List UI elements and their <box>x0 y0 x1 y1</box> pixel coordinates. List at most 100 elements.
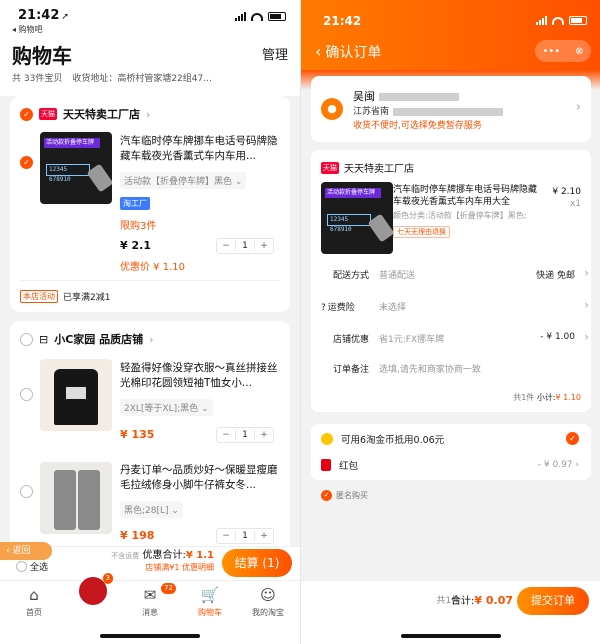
coin-icon <box>321 433 333 445</box>
address-card[interactable]: ● 吴闽 江苏省南 收货不便时,可选择免费暂存服务 › <box>311 76 591 142</box>
cart-summary: 共 33件宝贝 收货地址：高桥村管家塘22组47... <box>12 71 272 84</box>
select-all[interactable]: 全选 <box>16 560 48 573</box>
shipping-note: 不含运费 <box>111 552 140 560</box>
checkout-button[interactable]: 结算 (1) <box>222 549 292 577</box>
product-spec[interactable]: 黑色;28[L] ⌄ <box>120 501 183 518</box>
red-packet-value: - ¥ 0.97 › <box>537 460 579 470</box>
decrement-button[interactable]: − <box>217 531 235 541</box>
tab-my-taobao[interactable]: ☺ 我的淘宝 <box>240 585 296 618</box>
cart-header: 21:42 ➚ ◂ 购物吧 购物车 管理 共 33件宝贝 收货地址：高桥村管家塘22… <box>0 0 300 96</box>
coin-row[interactable]: 可用6淘金币抵用0.06元 <box>321 432 444 446</box>
product-title[interactable]: 丹麦订单～品质炒好～保暖显瘦磨毛拉绒修身小脚牛仔裤女冬... <box>120 463 280 493</box>
product-image[interactable] <box>40 462 112 534</box>
product-price: ¥ 2.1 <box>120 239 151 252</box>
redacted-address <box>393 107 504 116</box>
product-image[interactable] <box>40 359 112 431</box>
page-title[interactable]: ‹ 确认订单 <box>315 42 381 62</box>
quantity-stepper[interactable]: −1 + <box>216 427 274 443</box>
item-checkbox-unchecked[interactable] <box>20 388 33 401</box>
tab-messages[interactable]: ✉ 消息 72 <box>122 583 178 618</box>
product-title: 汽车临时停车牌挪车电话号码牌隐藏车载夜光香薰式车内车用大全 <box>393 185 538 207</box>
redacted-phone <box>379 93 459 101</box>
coin-checkbox-checked[interactable]: ✓ <box>566 432 579 445</box>
select-all-checkbox[interactable] <box>16 561 27 572</box>
shop-header-1[interactable]: ✓ 天猫 天天特卖工厂店 › <box>20 106 150 122</box>
product-image[interactable]: 活动款折叠停车牌 12345 678910 <box>40 132 112 204</box>
message-icon: ✉ <box>143 586 157 604</box>
shop-checkbox-unchecked[interactable] <box>20 332 33 346</box>
shipping-address[interactable]: 收货地址：高桥村管家塘22组47... <box>72 74 212 84</box>
battery-icon <box>569 16 587 25</box>
chevron-down-icon: ⌄ <box>201 404 209 414</box>
store-icon: ⊟ <box>39 332 49 346</box>
anonymous-checkbox-checked[interactable]: ✓ <box>321 490 332 501</box>
promo-detail-link[interactable]: 优惠明细 <box>182 563 214 572</box>
back-float-button[interactable]: ‹ 返回 <box>0 542 52 560</box>
back-arrow-icon[interactable]: ‹ <box>315 42 321 61</box>
shop-name: 小C家园 品质店铺 <box>54 333 144 346</box>
image-plate: 12345 678910 <box>46 164 90 183</box>
increment-button[interactable]: + <box>255 430 273 440</box>
close-icon[interactable]: ⊗ <box>575 46 583 57</box>
manage-button[interactable]: 管理 <box>262 44 288 63</box>
tab-bar: ⌂ 首页 3 ✉ 消息 72 🛒 购物车 ☺ 我的淘宝 <box>0 573 300 644</box>
cart-icon: 🛒 <box>200 586 220 604</box>
shop-checkbox-checked[interactable]: ✓ <box>20 107 33 121</box>
quantity-value[interactable]: 1 <box>235 241 255 251</box>
chevron-right-icon: › <box>146 107 151 121</box>
confirm-order-screen: 21:42 ‹ 确认订单 ••• ⊗ ● 吴闽 江苏省南 收货不便时,可选择免费暂… <box>300 0 600 644</box>
page-title: 购物车 <box>12 44 72 68</box>
shop-card-2: ⊟ 小C家园 品质店铺 › 轻盈得好像没穿衣服～真丝拼接丝光棉印花圆领短袖T恤女… <box>10 321 290 561</box>
tab-cart[interactable]: 🛒 购物车 <box>182 585 238 618</box>
shop-header: 天猫 天天特卖工厂店 <box>321 160 414 175</box>
product-price: ¥ 198 <box>120 529 155 542</box>
back-to-app-link[interactable]: ◂ 购物吧 <box>12 24 43 35</box>
quantity-stepper[interactable]: −1 + <box>216 238 274 254</box>
quantity-stepper[interactable]: −1 + <box>216 528 274 544</box>
red-packet-row[interactable]: 红包 <box>321 458 358 472</box>
red-packet-icon <box>321 459 331 471</box>
shop-header-2[interactable]: ⊟ 小C家园 品质店铺 › <box>20 331 154 347</box>
image-banner: 活动款折叠停车牌 <box>325 188 381 198</box>
increment-button[interactable]: + <box>255 531 273 541</box>
tab-home[interactable]: ⌂ 首页 <box>6 585 62 618</box>
product-spec[interactable]: 2XL[等于XL];黑色 ⌄ <box>120 399 213 416</box>
product-price: ¥ 135 <box>120 428 155 441</box>
product-spec[interactable]: 活动款【折叠停车牌】黑色 ⌄ <box>120 172 247 189</box>
increment-button[interactable]: + <box>255 241 273 251</box>
decrement-button[interactable]: − <box>217 430 235 440</box>
address-warning[interactable]: 收货不便时,可选择免费暂存服务 <box>353 118 482 131</box>
submit-order-button[interactable]: 提交订单 <box>517 587 589 615</box>
image-banner: 活动款折叠停车牌 <box>44 138 100 148</box>
more-icon[interactable]: ••• <box>542 46 560 57</box>
product-title[interactable]: 汽车临时停车牌挪车电话号码牌隐藏车载夜光香薰式车内车用... <box>120 134 280 164</box>
wifi-icon <box>552 16 564 25</box>
product-title[interactable]: 轻盈得好像没穿衣服～真丝拼接丝光棉印花圆领短袖T恤女小... <box>120 361 280 391</box>
subtotal: 共1件 小计:¥ 1.10 <box>513 393 581 402</box>
mini-program-capsule: ••• ⊗ <box>535 40 591 62</box>
anonymous-purchase[interactable]: ✓ 匿名购买 <box>321 490 368 501</box>
gadget-shape <box>86 163 112 193</box>
quantity-value[interactable]: 1 <box>235 430 255 440</box>
shop-card-1: ✓ 天猫 天天特卖工厂店 › ✓ 活动款折叠停车牌 12345 678910 汽… <box>10 96 290 312</box>
order-note-input[interactable]: 选填,请先和商家协商一致 <box>379 362 481 375</box>
row-shop-discount[interactable]: 店铺优惠 省1元:FX挪车牌 - ¥ 1.00 › <box>333 330 589 346</box>
row-shipping-insurance[interactable]: ? 运费险 未选择 › <box>321 298 589 314</box>
cart-screen: 21:42 ➚ ◂ 购物吧 购物车 管理 共 33件宝贝 收货地址：高桥村管家塘22… <box>0 0 300 644</box>
discount-price: 优惠价 ¥ 1.10 <box>120 262 185 273</box>
item-checkbox-checked[interactable]: ✓ <box>20 156 33 169</box>
profile-icon: ☺ <box>260 586 276 604</box>
signal-icon <box>536 16 547 25</box>
shop-name: 天天特卖工厂店 <box>63 108 140 121</box>
row-delivery[interactable]: 配送方式 普通配送 快递 免邮 › <box>333 266 589 282</box>
decrement-button[interactable]: − <box>217 241 235 251</box>
status-time: 21:42 <box>323 14 362 28</box>
item-checkbox-unchecked[interactable] <box>20 485 33 498</box>
tab-avatar[interactable]: 3 <box>77 573 113 607</box>
gadget-shape <box>367 213 393 243</box>
quantity-value[interactable]: 1 <box>235 531 255 541</box>
purchase-limit: 限购3件 <box>120 221 157 232</box>
recipient-name: 吴闽 <box>353 88 459 104</box>
row-order-note[interactable]: 订单备注 选填,请先和商家协商一致 <box>333 362 589 376</box>
help-icon[interactable]: ? <box>321 303 326 313</box>
